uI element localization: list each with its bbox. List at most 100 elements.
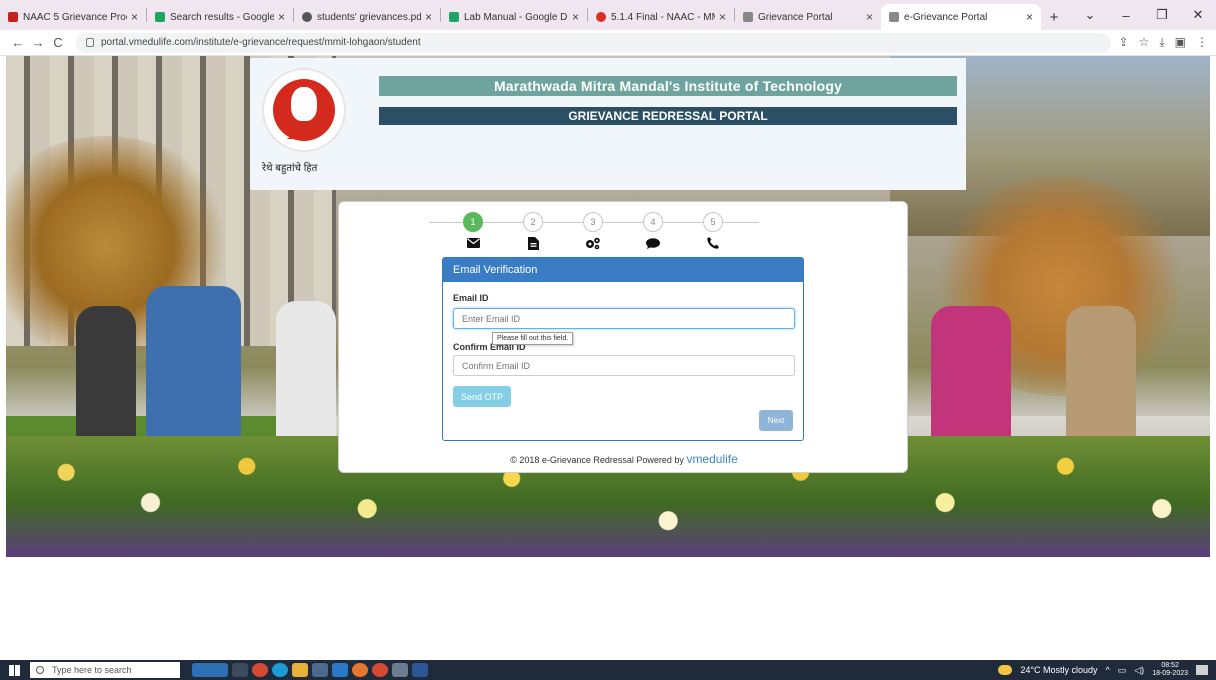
share-icon[interactable]: ⇪	[1119, 35, 1129, 50]
tab-search-chevron-icon[interactable]: ⌄	[1072, 0, 1108, 30]
taskbar-search[interactable]: Type here to search	[30, 662, 180, 678]
tray-chevron-icon[interactable]: ^	[1106, 665, 1110, 675]
clock[interactable]: 08:52 18-09-2023	[1152, 662, 1188, 678]
edge-icon[interactable]	[272, 663, 288, 677]
mmit-favicon	[596, 12, 606, 22]
url-field[interactable]: portal.vmedulife.com/institute/e-grievan…	[76, 32, 1111, 53]
student-figure	[1066, 306, 1136, 456]
firefox-icon[interactable]	[352, 663, 368, 677]
student-figure	[146, 286, 241, 456]
vmedulife-link[interactable]: vmedulife	[686, 452, 737, 466]
email-input[interactable]	[453, 308, 795, 329]
browser-tab[interactable]: Search results - Google Drive ×	[147, 4, 293, 30]
url-text: portal.vmedulife.com/institute/e-grievan…	[101, 37, 421, 48]
tab-title: Search results - Google Drive	[170, 11, 274, 23]
globe-icon	[302, 12, 312, 22]
close-icon[interactable]: ×	[572, 10, 579, 24]
drive-icon	[155, 12, 165, 22]
download-icon[interactable]: ⤓	[1159, 35, 1164, 50]
phone-icon	[703, 235, 723, 251]
step-4[interactable]: 4	[643, 212, 663, 232]
system-tray: 24°C Mostly cloudy ^ ▭ ◁) 08:52 18-09-20…	[998, 662, 1216, 678]
institute-title: Marathwada Mitra Mandal's Institute of T…	[379, 76, 957, 96]
taskbar-apps	[192, 663, 428, 677]
search-icon	[36, 666, 44, 674]
tab-title: Grievance Portal	[758, 11, 833, 23]
back-button[interactable]: ←	[8, 35, 28, 50]
close-icon[interactable]: ×	[278, 10, 285, 24]
gears-icon	[583, 235, 603, 251]
forward-button[interactable]: →	[28, 35, 48, 50]
clock-date: 18-09-2023	[1152, 670, 1188, 677]
clock-time: 08:52	[1161, 662, 1179, 669]
send-otp-button[interactable]: Send OTP	[453, 386, 511, 407]
windows-taskbar: Type here to search 24°C Mostly cloudy ^…	[0, 660, 1216, 680]
logo-disc: M	[262, 68, 346, 152]
word-icon[interactable]	[412, 663, 428, 677]
step-2[interactable]: 2	[523, 212, 543, 232]
browser-tab-bar: NAAC 5 Grievance Proof.doc - ... × Searc…	[0, 0, 1216, 30]
menu-icon[interactable]: ⋮	[1196, 35, 1208, 50]
reload-button[interactable]: C	[48, 35, 68, 50]
browser-tab[interactable]: Lab Manual - Google Drive ×	[441, 4, 587, 30]
student-figure	[76, 306, 136, 456]
page-footer: © 2018 e-Grievance Redressal Powered by …	[339, 452, 909, 466]
portal-subtitle: GRIEVANCE REDRESSAL PORTAL	[379, 107, 957, 125]
logo-emblem: M	[273, 79, 335, 145]
task-view-icon[interactable]	[232, 663, 248, 677]
vm-favicon	[889, 12, 899, 22]
logo-tagline: रेथे बहुतांचे हित	[262, 163, 318, 174]
sidebar-icon[interactable]: ▣	[1175, 35, 1186, 50]
store-icon[interactable]	[312, 663, 328, 677]
drive-icon	[449, 12, 459, 22]
step-1[interactable]: 1	[463, 212, 483, 232]
close-icon[interactable]: ×	[719, 10, 726, 24]
file-icon	[523, 235, 543, 251]
new-tab-button[interactable]: +	[1041, 4, 1067, 30]
step-3[interactable]: 3	[583, 212, 603, 232]
file-explorer-icon[interactable]	[292, 663, 308, 677]
step-5[interactable]: 5	[703, 212, 723, 232]
next-button[interactable]: Next	[759, 410, 793, 431]
browser-tab[interactable]: Grievance Portal ×	[735, 4, 881, 30]
mail-icon[interactable]	[332, 663, 348, 677]
validation-tooltip: Please fill out this field.	[492, 332, 574, 345]
volume-icon[interactable]: ◁)	[1134, 665, 1144, 676]
close-icon[interactable]: ×	[131, 10, 138, 24]
tab-title: students' grievances.pdf	[317, 11, 421, 23]
lock-icon	[86, 38, 94, 47]
chrome-icon[interactable]	[372, 663, 388, 677]
chrome-active-icon[interactable]	[392, 663, 408, 677]
restore-button[interactable]: ❐	[1144, 0, 1180, 30]
portal-header: M रेथे बहुतांचे हित Marathwada Mitra Man…	[250, 58, 966, 190]
windows-logo-icon	[8, 664, 20, 676]
browser-tab[interactable]: NAAC 5 Grievance Proof.doc - ... ×	[0, 4, 146, 30]
browser-tab[interactable]: students' grievances.pdf ×	[294, 4, 440, 30]
logo-portrait	[291, 87, 317, 121]
logo-letter: M	[287, 119, 310, 145]
email-verification-panel: Email Verification Email ID Confirm Emai…	[442, 257, 804, 441]
institute-logo: M रेथे बहुतांचे हित	[262, 68, 346, 178]
tab-title: e-Grievance Portal	[904, 11, 988, 23]
browser-tab-active[interactable]: e-Grievance Portal ×	[881, 4, 1041, 30]
bookmark-star-icon[interactable]: ☆	[1139, 35, 1150, 50]
minimize-button[interactable]: –	[1108, 0, 1144, 30]
cortana-icon[interactable]	[192, 663, 228, 677]
close-icon[interactable]: ×	[866, 10, 873, 24]
tab-title: Lab Manual - Google Drive	[464, 11, 568, 23]
browser-tab[interactable]: 5.1.4 Final - NAAC - MMIT ×	[588, 4, 734, 30]
close-window-button[interactable]: ✕	[1180, 0, 1216, 30]
chrome-icon[interactable]	[252, 663, 268, 677]
network-icon[interactable]: ▭	[1118, 665, 1127, 676]
close-icon[interactable]: ×	[425, 10, 432, 24]
taskbar-search-placeholder: Type here to search	[52, 665, 132, 675]
start-button[interactable]	[0, 660, 28, 680]
tab-title: NAAC 5 Grievance Proof.doc - ...	[23, 11, 127, 23]
close-icon[interactable]: ×	[1026, 10, 1033, 24]
gmail-icon	[8, 12, 18, 22]
confirm-email-input[interactable]	[453, 355, 795, 376]
notifications-icon[interactable]	[1196, 665, 1208, 675]
panel-title: Email Verification	[443, 258, 803, 282]
weather-text[interactable]: 24°C Mostly cloudy	[1020, 665, 1097, 675]
weather-icon	[998, 665, 1013, 675]
